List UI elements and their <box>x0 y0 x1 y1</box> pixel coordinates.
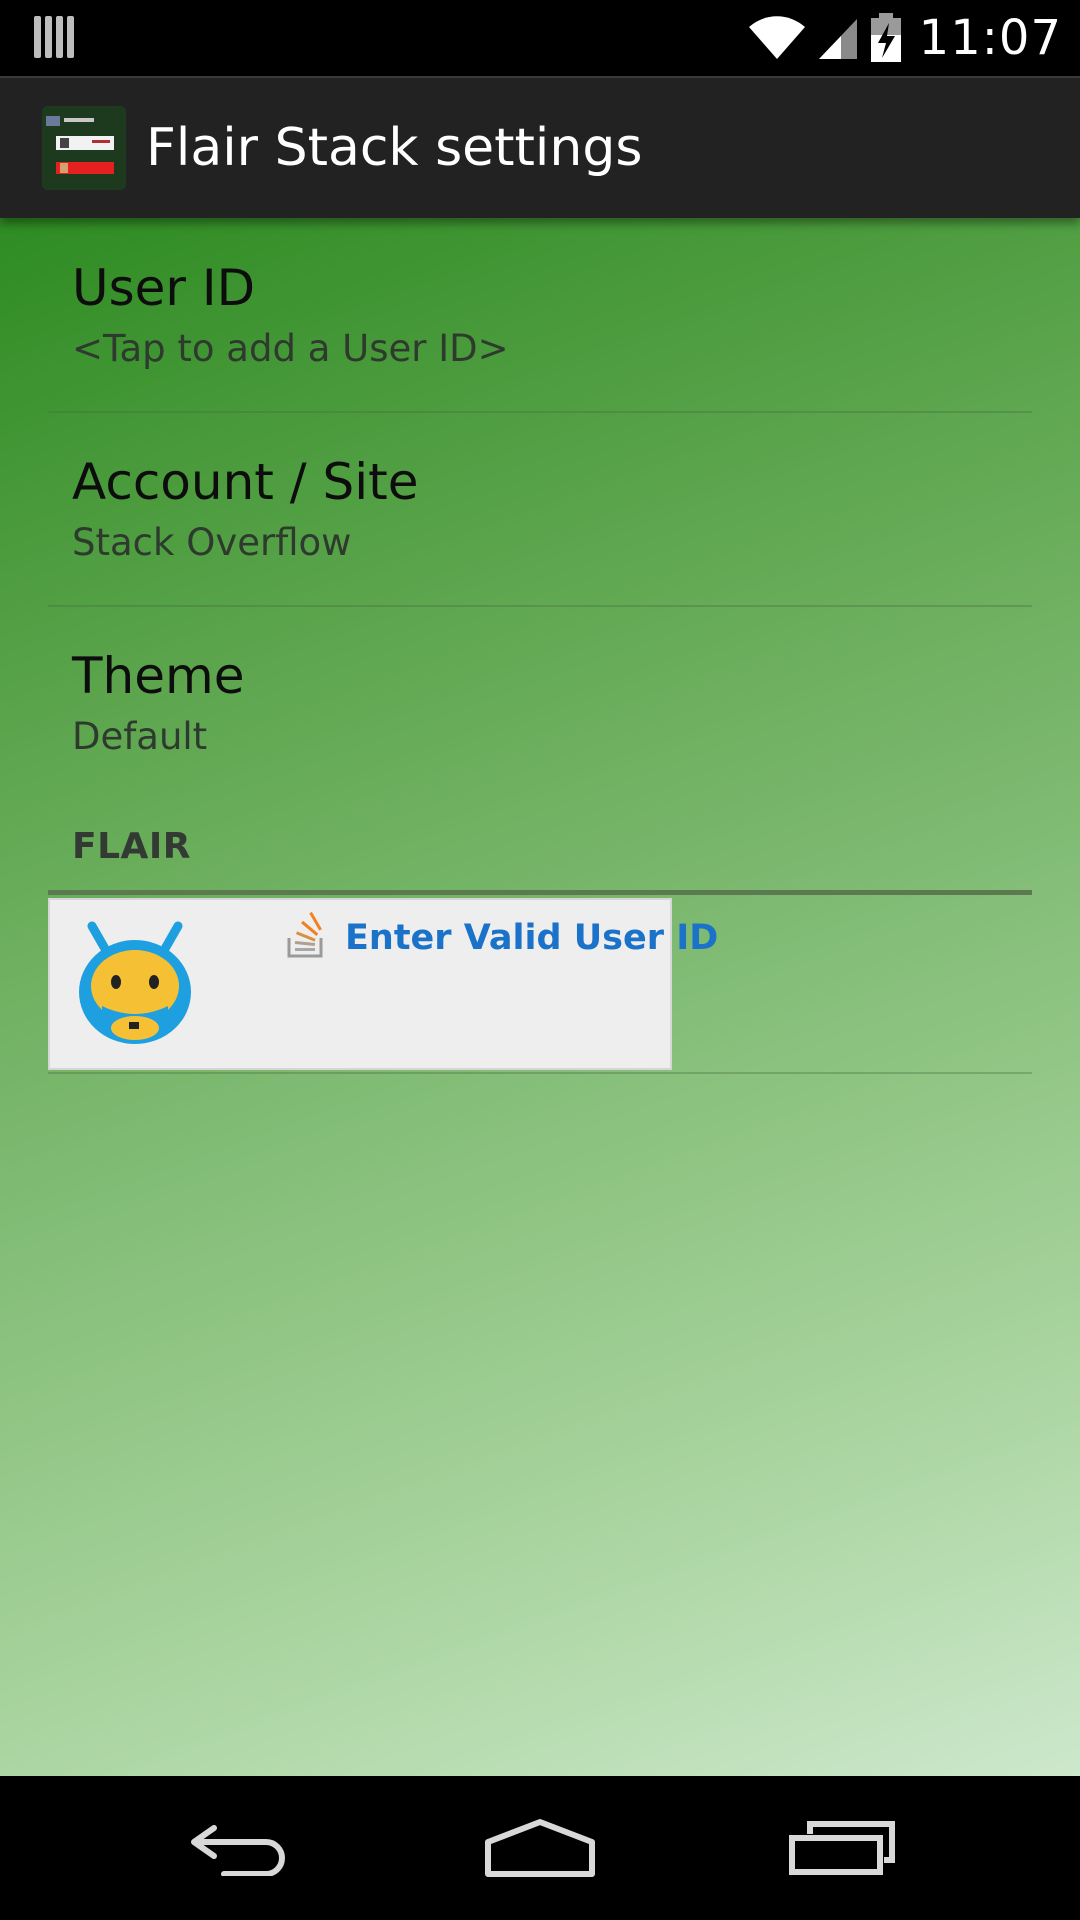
recent-apps-button[interactable] <box>752 1776 932 1920</box>
app-icon[interactable] <box>42 106 126 190</box>
pref-user-id[interactable]: User ID <Tap to add a User ID> <box>48 258 1032 374</box>
status-bar: 11:07 <box>0 0 1080 76</box>
default-avatar-icon <box>79 921 191 1044</box>
home-button[interactable] <box>450 1776 630 1920</box>
battery-charging-icon <box>870 13 901 62</box>
navigation-bar <box>0 1776 1080 1920</box>
wifi-icon <box>748 16 805 59</box>
status-icons: 11:07 <box>747 0 1062 76</box>
category-header-flair: FLAIR <box>72 826 192 867</box>
flair-status-text: Enter Valid User ID <box>345 918 719 958</box>
pref-theme[interactable]: Theme Default <box>48 646 1032 762</box>
back-icon <box>191 1825 285 1876</box>
pref-title: User ID <box>72 259 256 317</box>
action-bar: Flair Stack settings <box>0 76 1080 218</box>
status-time: 11:07 <box>918 10 1062 66</box>
app-icon-graphic <box>42 106 126 190</box>
pref-title: Theme <box>72 647 245 705</box>
pref-title: Account / Site <box>72 453 419 511</box>
recent-apps-icon <box>789 1821 895 1875</box>
divider <box>48 1072 1032 1074</box>
pref-summary: Default <box>72 715 208 758</box>
stack-overflow-icon <box>287 911 323 958</box>
screen: 11:07 Flair Stack settings User ID <Tap … <box>0 0 1080 1920</box>
home-icon <box>485 1819 595 1877</box>
divider <box>48 605 1032 607</box>
pref-summary: Stack Overflow <box>72 521 352 564</box>
pref-summary: <Tap to add a User ID> <box>72 327 509 370</box>
notification-bars-icon <box>34 16 74 58</box>
page-title: Flair Stack settings <box>146 118 643 178</box>
category-divider <box>48 890 1032 895</box>
divider <box>48 411 1032 413</box>
flair-widget[interactable]: Enter Valid User ID <box>48 898 718 1070</box>
settings-list: User ID <Tap to add a User ID> Account /… <box>0 218 1080 1776</box>
cellular-signal-icon <box>818 19 857 59</box>
pref-account-site[interactable]: Account / Site Stack Overflow <box>48 452 1032 568</box>
back-button[interactable] <box>150 1776 330 1920</box>
